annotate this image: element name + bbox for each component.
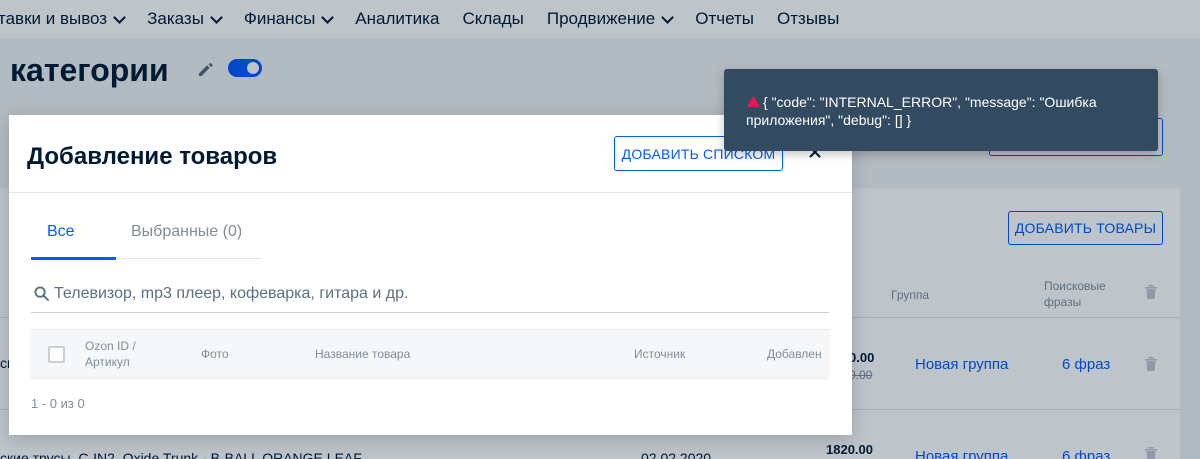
divider — [9, 192, 852, 193]
select-all-checkbox[interactable] — [48, 346, 65, 363]
column-source: Источник — [634, 347, 686, 361]
active-tab-indicator — [31, 257, 116, 260]
error-toast: { "code": "INTERNAL_ERROR", "message": "… — [724, 69, 1158, 151]
column-photo: Фото — [201, 347, 229, 361]
column-name: Название товара — [315, 347, 411, 361]
modal-title: Добавление товаров — [27, 143, 278, 170]
toast-message: { "code": "INTERNAL_ERROR", "message": "… — [746, 94, 1097, 128]
pagination-info: 1 - 0 из 0 — [31, 396, 85, 411]
products-table-header: Ozon ID / Артикул Фото Название товара И… — [31, 329, 829, 377]
search-icon — [34, 286, 49, 301]
column-ozon-id: Ozon ID / Артикул — [85, 339, 136, 369]
search-field — [31, 276, 829, 313]
search-input[interactable] — [54, 282, 814, 306]
add-products-modal: Добавление товаров ДОБАВИТЬ СПИСКОМ Все … — [9, 115, 852, 435]
column-added: Добавлен — [767, 347, 822, 361]
tab-all[interactable]: Все — [47, 223, 75, 241]
tab-selected[interactable]: Выбранные (0) — [131, 223, 242, 241]
